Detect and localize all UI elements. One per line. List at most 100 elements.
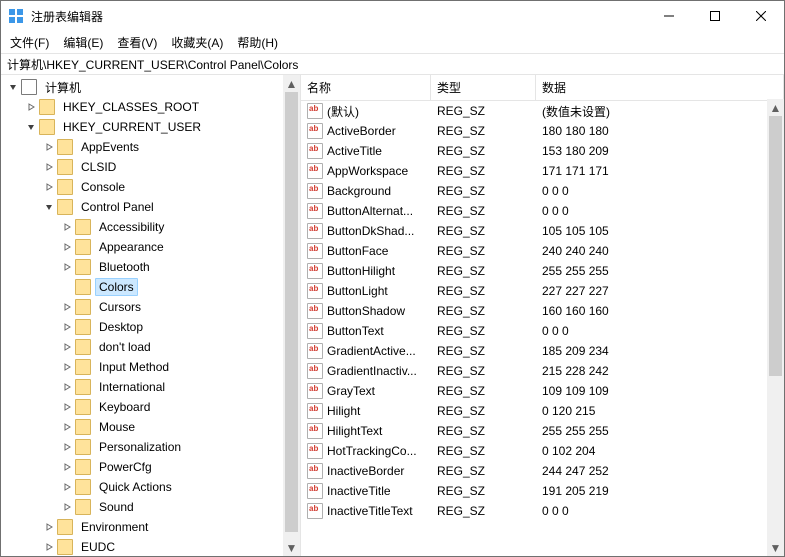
tree-cp-child[interactable]: don't load	[5, 337, 300, 357]
chevron-right-icon[interactable]	[59, 239, 75, 255]
chevron-right-icon[interactable]	[41, 179, 57, 195]
chevron-right-icon[interactable]	[41, 139, 57, 155]
titlebar[interactable]: 注册表编辑器	[1, 1, 784, 31]
value-row[interactable]: InactiveTitleREG_SZ191 205 219	[301, 481, 784, 501]
chevron-right-icon[interactable]	[59, 499, 75, 515]
tree-cp-child[interactable]: Desktop	[5, 317, 300, 337]
tree-hkcu-child[interactable]: CLSID	[5, 157, 300, 177]
tree-cp-child[interactable]: Appearance	[5, 237, 300, 257]
tree-cp-child[interactable]: Accessibility	[5, 217, 300, 237]
value-row[interactable]: ButtonTextREG_SZ0 0 0	[301, 321, 784, 341]
menu-help[interactable]: 帮助(H)	[230, 32, 285, 53]
chevron-right-icon[interactable]	[59, 459, 75, 475]
tree-cp-child[interactable]: Input Method	[5, 357, 300, 377]
value-data: 191 205 219	[536, 484, 784, 498]
scroll-thumb[interactable]	[769, 116, 782, 376]
chevron-right-icon[interactable]	[59, 299, 75, 315]
tree-hkcu-child[interactable]: EUDC	[5, 537, 300, 556]
folder-icon	[57, 519, 73, 535]
string-value-icon	[307, 403, 323, 419]
value-row[interactable]: AppWorkspaceREG_SZ171 171 171	[301, 161, 784, 181]
tree-hkcu-child[interactable]: AppEvents	[5, 137, 300, 157]
chevron-right-icon[interactable]	[41, 519, 57, 535]
value-row[interactable]: ButtonHilightREG_SZ255 255 255	[301, 261, 784, 281]
chevron-right-icon[interactable]	[59, 359, 75, 375]
chevron-right-icon[interactable]	[59, 479, 75, 495]
chevron-right-icon[interactable]	[41, 539, 57, 555]
tree-root-computer[interactable]: 计算机	[5, 77, 300, 97]
tree-cp-child[interactable]: Keyboard	[5, 397, 300, 417]
tree-cp-child[interactable]: Cursors	[5, 297, 300, 317]
menu-favorites[interactable]: 收藏夹(A)	[164, 32, 230, 53]
scroll-up-button[interactable]: ▲	[283, 75, 300, 92]
value-data: 0 0 0	[536, 184, 784, 198]
chevron-right-icon[interactable]	[59, 219, 75, 235]
tree-cp-child[interactable]: Colors	[5, 277, 300, 297]
value-row[interactable]: InactiveTitleTextREG_SZ0 0 0	[301, 501, 784, 521]
value-row[interactable]: HilightREG_SZ0 120 215	[301, 401, 784, 421]
value-row[interactable]: GradientInactiv...REG_SZ215 228 242	[301, 361, 784, 381]
value-row[interactable]: BackgroundREG_SZ0 0 0	[301, 181, 784, 201]
chevron-right-icon[interactable]	[59, 379, 75, 395]
value-row[interactable]: HilightTextREG_SZ255 255 255	[301, 421, 784, 441]
value-row[interactable]: (默认)REG_SZ(数值未设置)	[301, 101, 784, 121]
chevron-down-icon[interactable]	[41, 199, 57, 215]
maximize-button[interactable]	[692, 1, 738, 31]
minimize-button[interactable]	[646, 1, 692, 31]
scroll-up-button[interactable]: ▲	[767, 99, 784, 116]
menu-view[interactable]: 查看(V)	[110, 32, 164, 53]
chevron-right-icon[interactable]	[59, 439, 75, 455]
list-scrollbar[interactable]: ▲ ▼	[767, 99, 784, 556]
column-name[interactable]: 名称	[301, 75, 431, 100]
menu-file[interactable]: 文件(F)	[3, 32, 56, 53]
chevron-right-icon[interactable]	[23, 99, 39, 115]
tree-cp-child[interactable]: PowerCfg	[5, 457, 300, 477]
tree-cp-child[interactable]: Personalization	[5, 437, 300, 457]
menu-edit[interactable]: 编辑(E)	[56, 32, 110, 53]
value-row[interactable]: ButtonDkShad...REG_SZ105 105 105	[301, 221, 784, 241]
chevron-right-icon[interactable]	[59, 319, 75, 335]
chevron-down-icon[interactable]	[5, 79, 21, 95]
column-type[interactable]: 类型	[431, 75, 536, 100]
address-bar[interactable]: 计算机\HKEY_CURRENT_USER\Control Panel\Colo…	[1, 53, 784, 75]
value-row[interactable]: ButtonAlternat...REG_SZ0 0 0	[301, 201, 784, 221]
value-row[interactable]: HotTrackingCo...REG_SZ0 102 204	[301, 441, 784, 461]
value-type: REG_SZ	[431, 264, 536, 278]
value-row[interactable]: ActiveBorderREG_SZ180 180 180	[301, 121, 784, 141]
tree-hkcu-child[interactable]: Control Panel	[5, 197, 300, 217]
value-row[interactable]: ActiveTitleREG_SZ153 180 209	[301, 141, 784, 161]
value-row[interactable]: InactiveBorderREG_SZ244 247 252	[301, 461, 784, 481]
tree-pane[interactable]: 计算机HKEY_CLASSES_ROOTHKEY_CURRENT_USERApp…	[1, 75, 301, 556]
tree-hkcu[interactable]: HKEY_CURRENT_USER	[5, 117, 300, 137]
tree-hkcu-child[interactable]: Console	[5, 177, 300, 197]
chevron-right-icon[interactable]	[59, 339, 75, 355]
tree-cp-child[interactable]: International	[5, 377, 300, 397]
chevron-right-icon[interactable]	[59, 259, 75, 275]
tree-label: EUDC	[77, 538, 119, 556]
value-row[interactable]: ButtonLightREG_SZ227 227 227	[301, 281, 784, 301]
tree-cp-child[interactable]: Mouse	[5, 417, 300, 437]
value-row[interactable]: GrayTextREG_SZ109 109 109	[301, 381, 784, 401]
scroll-down-button[interactable]: ▼	[767, 539, 784, 556]
chevron-right-icon[interactable]	[59, 419, 75, 435]
chevron-right-icon[interactable]	[41, 159, 57, 175]
tree-scrollbar[interactable]: ▲ ▼	[283, 75, 300, 556]
value-row[interactable]: ButtonFaceREG_SZ240 240 240	[301, 241, 784, 261]
column-data[interactable]: 数据	[536, 75, 784, 100]
close-button[interactable]	[738, 1, 784, 31]
value-row[interactable]: GradientActive...REG_SZ185 209 234	[301, 341, 784, 361]
folder-icon	[57, 199, 73, 215]
folder-icon	[75, 299, 91, 315]
tree-cp-child[interactable]: Quick Actions	[5, 477, 300, 497]
chevron-right-icon[interactable]	[59, 399, 75, 415]
chevron-down-icon[interactable]	[23, 119, 39, 135]
tree-hkcr[interactable]: HKEY_CLASSES_ROOT	[5, 97, 300, 117]
scroll-thumb[interactable]	[285, 92, 298, 532]
list-body: (默认)REG_SZ(数值未设置)ActiveBorderREG_SZ180 1…	[301, 101, 784, 521]
tree-hkcu-child[interactable]: Environment	[5, 517, 300, 537]
value-row[interactable]: ButtonShadowREG_SZ160 160 160	[301, 301, 784, 321]
tree-cp-child[interactable]: Bluetooth	[5, 257, 300, 277]
list-pane[interactable]: 名称 类型 数据 (默认)REG_SZ(数值未设置)ActiveBorderRE…	[301, 75, 784, 556]
tree-cp-child[interactable]: Sound	[5, 497, 300, 517]
scroll-down-button[interactable]: ▼	[283, 539, 300, 556]
